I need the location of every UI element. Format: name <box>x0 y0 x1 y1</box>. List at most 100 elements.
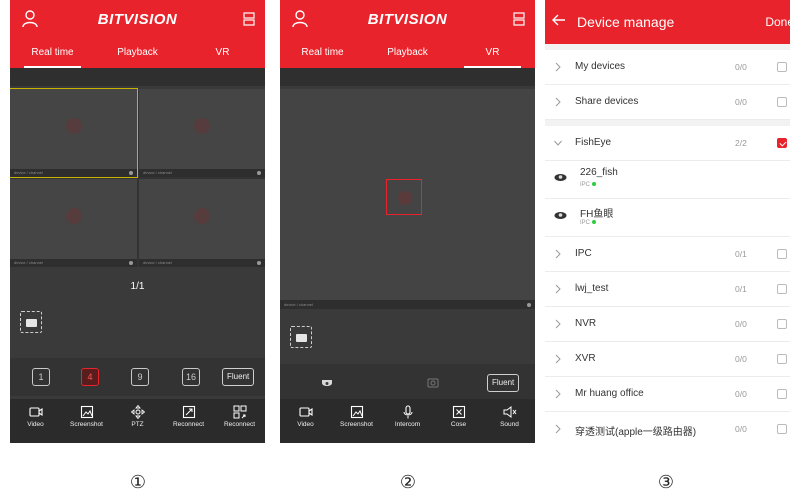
group-checkbox[interactable] <box>777 284 787 294</box>
group-row-lwj-test[interactable]: lwj_test 0/1 <box>545 272 790 307</box>
group-checkbox[interactable] <box>777 424 787 434</box>
group-checkbox[interactable] <box>777 249 787 259</box>
group-row-nvr[interactable]: NVR 0/0 <box>545 307 790 342</box>
selected-region <box>386 179 422 215</box>
group-count: 0/1 <box>735 284 747 294</box>
intercom-button[interactable]: Intercom <box>382 399 433 443</box>
screenshot-button[interactable]: Screenshot <box>331 399 382 443</box>
video-tile[interactable]: device / channel <box>10 179 137 267</box>
camera-placeholder-icon <box>65 117 82 134</box>
split-1-button[interactable]: 1 <box>32 368 50 386</box>
tab-vr[interactable]: VR <box>180 44 265 68</box>
recordings-folder-button[interactable] <box>20 311 42 333</box>
page-title: Device manage <box>577 14 675 30</box>
video-tile[interactable]: device / channel <box>139 89 265 177</box>
app-header: BITVISION Real time Playback VR <box>280 0 535 68</box>
tab-real-time[interactable]: Real time <box>280 44 365 68</box>
group-row-mr-huang-office[interactable]: Mr huang office 0/0 <box>545 377 790 412</box>
group-row-my-devices[interactable]: My devices 0/0 <box>545 50 790 85</box>
group-checkbox[interactable] <box>777 319 787 329</box>
chevron-right-icon <box>555 424 561 434</box>
view-tabs: Real time Playback VR <box>10 44 265 68</box>
group-checkbox[interactable] <box>777 389 787 399</box>
group-count: 0/0 <box>735 354 747 364</box>
online-status-dot <box>592 182 597 187</box>
stream-quality-button[interactable]: Fluent <box>222 368 255 386</box>
app-logo: BITVISION <box>367 11 448 28</box>
tile-caption: device / channel <box>10 259 137 267</box>
camera-placeholder-icon <box>65 207 82 224</box>
group-row-penetration-test[interactable]: 穿透测试(apple一级路由器) 0/0 <box>545 412 790 443</box>
group-checkbox[interactable] <box>777 138 787 148</box>
reconnect-button[interactable]: Reconnect <box>163 399 214 443</box>
split-mode-bar: 1 4 9 16 Fluent <box>10 358 265 396</box>
chevron-right-icon <box>555 249 561 259</box>
group-count: 0/1 <box>735 249 747 259</box>
folder-icon <box>296 334 307 342</box>
tile-caption: device / channel <box>280 300 535 309</box>
group-row-ipc[interactable]: IPC 0/1 <box>545 237 790 272</box>
tab-real-time[interactable]: Real time <box>10 44 95 68</box>
video-tile[interactable]: device / channel <box>10 88 138 178</box>
dome-camera-icon[interactable] <box>320 376 334 390</box>
close-stream-button[interactable]: Cose <box>433 399 484 443</box>
split-9-button[interactable]: 9 <box>131 368 149 386</box>
tab-playback[interactable]: Playback <box>365 44 450 68</box>
fisheye-video-tile[interactable]: device / channel <box>280 89 535 309</box>
split-16-button[interactable]: 16 <box>182 368 200 386</box>
microphone-icon <box>403 405 412 419</box>
video-tile[interactable]: device / channel <box>139 179 265 267</box>
folder-icon <box>26 319 37 327</box>
step-label-2: ② <box>399 472 417 492</box>
layout-icon[interactable] <box>243 12 255 26</box>
group-name: 穿透测试(apple一级路由器) <box>575 427 697 438</box>
tile-caption: device / channel <box>10 169 137 177</box>
ptz-button[interactable]: PTZ <box>112 399 163 443</box>
group-count: 0/0 <box>735 62 747 72</box>
group-checkbox[interactable] <box>777 97 787 107</box>
tab-playback[interactable]: Playback <box>95 44 180 68</box>
sound-button[interactable]: Sound <box>484 399 535 443</box>
group-count: 0/0 <box>735 389 747 399</box>
video-icon <box>28 407 43 417</box>
chevron-right-icon <box>555 284 561 294</box>
bottom-toolbar: Video Screenshot Intercom Cose Sound <box>280 399 535 443</box>
video-grid: device / channel device / channel device… <box>10 88 265 267</box>
group-name: Mr huang office <box>575 388 644 399</box>
device-row[interactable]: FH鱼眼 IPC <box>545 199 790 237</box>
group-row-share-devices[interactable]: Share devices 0/0 <box>545 85 790 120</box>
tab-vr[interactable]: VR <box>450 44 535 68</box>
step-label-1: ① <box>129 472 147 492</box>
video-button[interactable]: Video <box>280 399 331 443</box>
reconnect-all-button[interactable]: Reconnect <box>214 399 265 443</box>
group-row-xvr[interactable]: XVR 0/0 <box>545 342 790 377</box>
device-row[interactable]: 226_fish IPC <box>545 161 790 199</box>
screenshot-icon <box>350 405 363 419</box>
live-view-screen-quad: BITVISION Real time Playback VR device /… <box>10 0 265 443</box>
chevron-right-icon <box>555 389 561 399</box>
stream-quality-button[interactable]: Fluent <box>487 374 520 392</box>
vr-mode-bar: Fluent <box>280 364 535 402</box>
page-indicator: 1/1 <box>130 281 145 292</box>
app-header: BITVISION Real time Playback VR <box>10 0 265 68</box>
video-button[interactable]: Video <box>10 399 61 443</box>
back-arrow-icon[interactable] <box>551 12 567 28</box>
recordings-folder-button[interactable] <box>290 326 312 348</box>
screenshot-button[interactable]: Screenshot <box>61 399 112 443</box>
camera-placeholder-icon <box>194 207 210 224</box>
panorama-mode-icon[interactable] <box>426 376 440 390</box>
done-button[interactable]: Done <box>765 15 790 29</box>
group-checkbox[interactable] <box>777 62 787 72</box>
group-name: lwj_test <box>575 283 609 294</box>
layout-icon[interactable] <box>513 12 525 26</box>
group-checkbox[interactable] <box>777 354 787 364</box>
screenshot-icon <box>80 405 93 419</box>
group-row-fisheye[interactable]: FishEye 2/2 <box>545 126 790 161</box>
group-name: IPC <box>575 248 592 259</box>
chevron-right-icon <box>555 319 561 329</box>
bottom-toolbar: Video Screenshot PTZ Reconnect Reconnect <box>10 399 265 443</box>
group-count: 2/2 <box>735 138 747 148</box>
camera-icon <box>554 212 567 219</box>
split-4-button[interactable]: 4 <box>81 368 99 386</box>
device-type: IPC <box>580 182 597 188</box>
